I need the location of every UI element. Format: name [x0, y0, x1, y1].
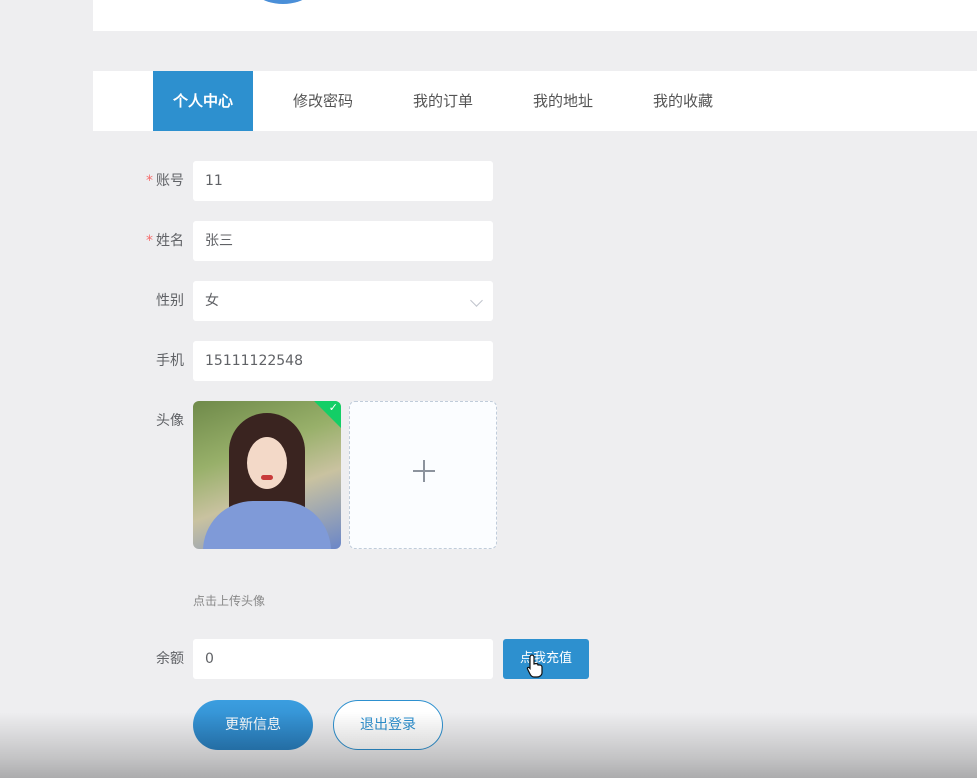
recharge-button[interactable]: 点我充值: [503, 639, 589, 679]
required-mark: *: [146, 233, 153, 249]
profile-page: 个人中心 修改密码 我的订单 我的地址 我的收藏 * 账号 11 * 姓名 张三 性…: [0, 0, 977, 778]
check-icon: ✓: [328, 401, 338, 414]
balance-input[interactable]: 0: [193, 639, 493, 679]
phone-input[interactable]: 15111122548: [193, 341, 493, 381]
name-input[interactable]: 张三: [193, 221, 493, 261]
account-input[interactable]: 11: [193, 161, 493, 201]
chevron-down-icon: [470, 294, 483, 307]
name-label: * 姓名: [146, 233, 184, 249]
balance-label: 余额: [156, 651, 184, 667]
tab-my-address[interactable]: 我的地址: [513, 71, 613, 131]
update-info-button[interactable]: 更新信息: [193, 700, 313, 750]
tab-personal-center[interactable]: 个人中心: [153, 71, 253, 131]
header-avatar: [243, 0, 323, 4]
top-header: [93, 0, 977, 31]
bottom-shadow-overlay: [0, 712, 977, 778]
gender-value: 女: [205, 293, 219, 309]
phone-label: 手机: [156, 353, 184, 369]
hand-cursor-icon: [526, 654, 543, 678]
logout-button[interactable]: 退出登录: [333, 700, 443, 750]
gender-select[interactable]: 女: [193, 281, 493, 321]
avatar-image[interactable]: ✓: [193, 401, 341, 549]
account-label: * 账号: [146, 173, 184, 189]
profile-tabs: 个人中心 修改密码 我的订单 我的地址 我的收藏: [93, 71, 977, 131]
gender-label: 性别: [156, 293, 184, 309]
tab-change-password[interactable]: 修改密码: [273, 71, 373, 131]
tab-my-orders[interactable]: 我的订单: [393, 71, 493, 131]
tab-my-favorites[interactable]: 我的收藏: [633, 71, 733, 131]
avatar-upload-hint: 点击上传头像: [193, 594, 266, 608]
required-mark: *: [146, 173, 153, 189]
avatar-upload-button[interactable]: [349, 401, 497, 549]
avatar-label: 头像: [156, 413, 184, 429]
